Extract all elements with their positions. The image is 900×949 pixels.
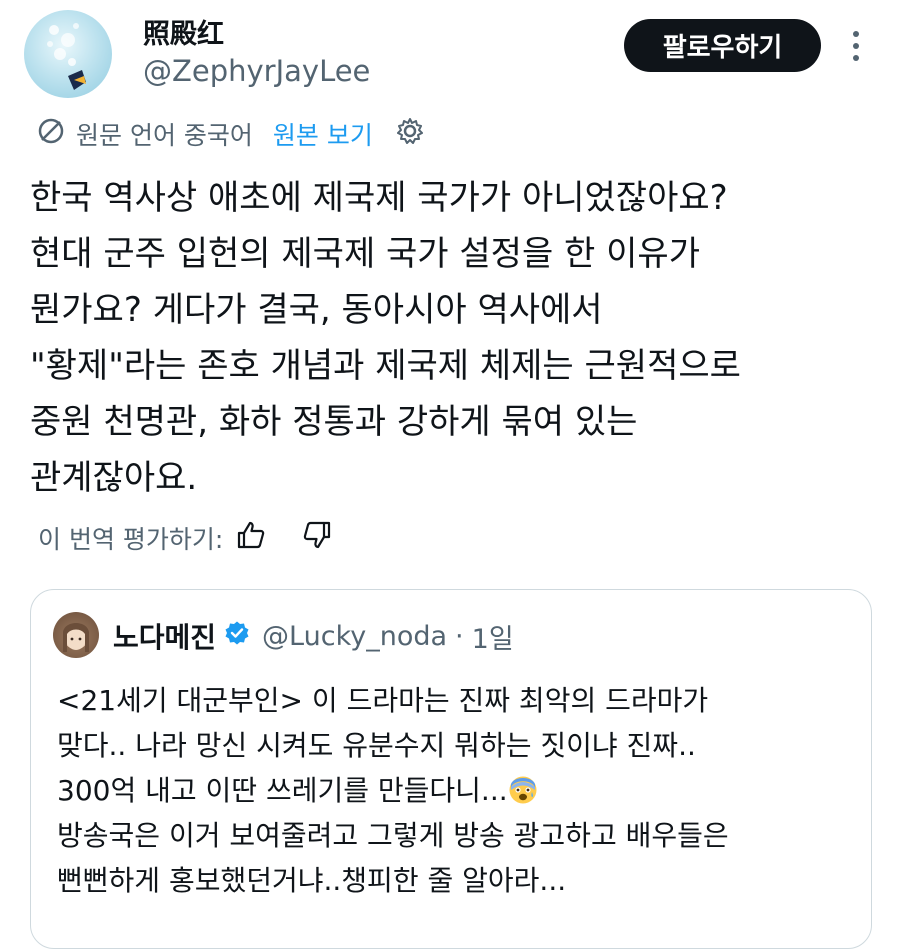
quoted-tweet-card[interactable]: 노다메진 @Lucky_noda · 1일 <21세기 대군부인> 이 드라마는… — [30, 589, 872, 949]
quoted-tweet-header: 노다메진 @Lucky_noda · 1일 — [113, 614, 514, 658]
author-display-name[interactable]: 照殿红 — [143, 12, 224, 51]
rate-translation-row: 이 번역 평가하기: — [38, 516, 333, 560]
gear-icon[interactable] — [395, 116, 425, 152]
quoted-author-name[interactable]: 노다메진 — [113, 616, 216, 656]
follow-button[interactable]: 팔로우하기 — [624, 19, 821, 72]
thumbs-up-icon[interactable] — [235, 519, 267, 557]
quoted-timestamp[interactable]: 1일 — [472, 617, 514, 656]
show-original-link[interactable]: 원본 보기 — [273, 116, 373, 152]
more-vertical-icon[interactable] — [845, 28, 867, 64]
quoted-text-part1: <21세기 대군부인> 이 드라마는 진짜 최악의 드라마가 맞다.. 나라 망… — [57, 684, 709, 807]
rate-translation-label: 이 번역 평가하기: — [38, 525, 224, 554]
quoted-text-part2: 방송국은 이거 보여줄려고 그렇게 방송 광고하고 배우들은 뻔뻔하게 홍보했던… — [57, 819, 729, 897]
tweet-text: 한국 역사상 애초에 제국제 국가가 아니었잖아요? 현대 군주 입헌의 제국제… — [30, 178, 741, 498]
quoted-tweet-text: <21세기 대군부인> 이 드라마는 진짜 최악의 드라마가 맞다.. 나라 망… — [57, 678, 857, 903]
author-avatar[interactable] — [24, 10, 112, 98]
author-handle[interactable]: @ZephyrJayLee — [143, 54, 370, 88]
meta-separator: · — [455, 620, 464, 652]
anxious-face-emoji-icon — [508, 773, 538, 804]
translate-icon — [36, 116, 66, 152]
thumbs-down-icon[interactable] — [301, 519, 333, 557]
source-language-text: 원문 언어 중국어 — [76, 121, 253, 150]
verified-badge-icon — [224, 620, 250, 653]
translation-notice: 원문 언어 중국어 원본 보기 — [36, 112, 425, 156]
avatar-image — [47, 23, 86, 90]
quoted-author-avatar[interactable] — [53, 612, 99, 658]
quoted-author-handle[interactable]: @Lucky_noda — [262, 621, 447, 652]
